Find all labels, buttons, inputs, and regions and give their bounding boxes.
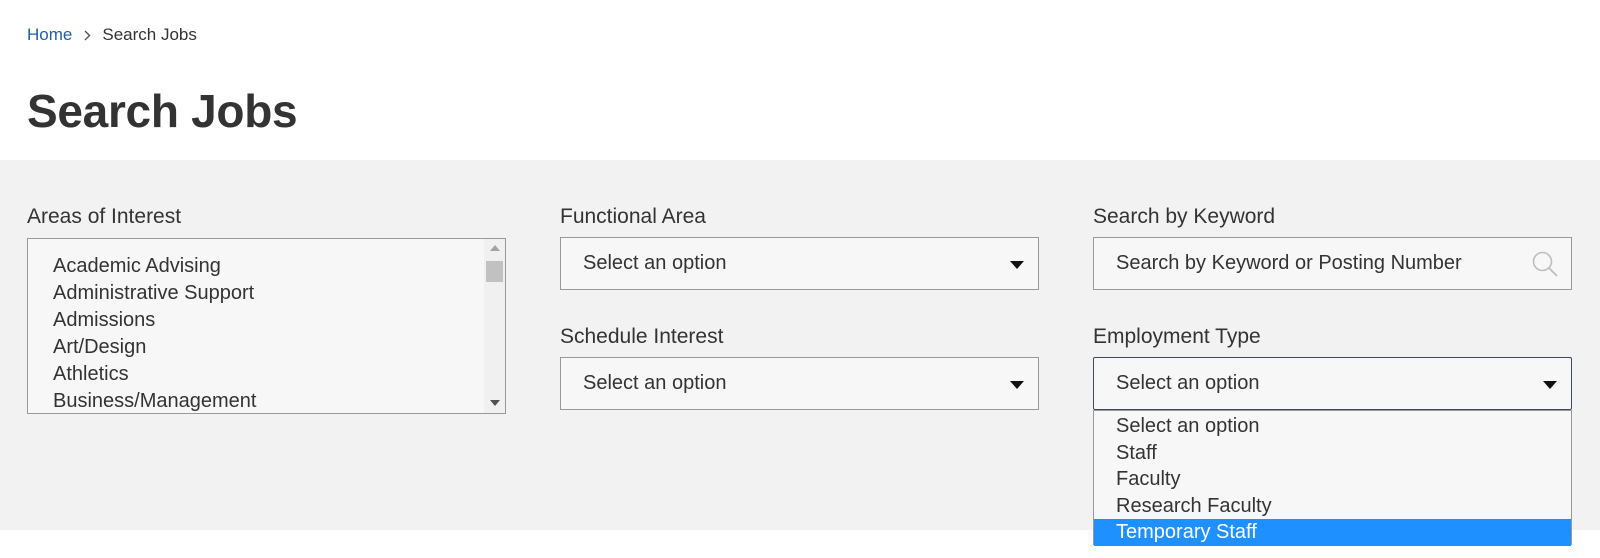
search-by-keyword-label: Search by Keyword xyxy=(1093,205,1276,228)
functional-area-label: Functional Area xyxy=(560,205,706,228)
employment-type-select[interactable]: Select an option xyxy=(1093,357,1572,410)
schedule-interest-label: Schedule Interest xyxy=(560,325,724,348)
functional-area-select[interactable]: Select an option xyxy=(560,237,1039,290)
areas-of-interest-label: Areas of Interest xyxy=(27,205,182,228)
areas-option[interactable]: Administrative Support xyxy=(53,280,505,307)
schedule-interest-value: Select an option xyxy=(583,372,727,394)
employment-type-dropdown: Select an option Staff Faculty Research Fac… xyxy=(1093,410,1572,546)
chevron-right-icon xyxy=(84,30,91,41)
employment-type-option[interactable]: Select an option xyxy=(1094,413,1571,440)
areas-option[interactable]: Athletics xyxy=(53,361,505,388)
keyword-search-box[interactable] xyxy=(1093,237,1572,290)
areas-of-interest-options: Academic Advising Administrative Support A… xyxy=(28,239,505,413)
employment-type-option[interactable]: Faculty xyxy=(1094,466,1571,493)
caret-down-icon xyxy=(1010,261,1024,269)
caret-down-icon xyxy=(1010,381,1024,389)
employment-type-option[interactable]: Research Faculty xyxy=(1094,493,1571,520)
areas-option[interactable]: Academic Advising xyxy=(53,253,505,280)
employment-type-label: Employment Type xyxy=(1093,325,1261,348)
employment-type-option[interactable]: Staff xyxy=(1094,440,1571,467)
areas-option[interactable]: Art/Design xyxy=(53,334,505,361)
keyword-search-input[interactable] xyxy=(1094,238,1514,289)
areas-of-interest-listbox[interactable]: Academic Advising Administrative Support A… xyxy=(27,238,506,414)
areas-option[interactable]: Business/Management xyxy=(53,388,505,413)
functional-area-value: Select an option xyxy=(583,252,727,274)
listbox-scrollbar[interactable] xyxy=(484,239,505,413)
breadcrumb: Home Search Jobs xyxy=(27,24,197,46)
areas-option[interactable]: Admissions xyxy=(53,307,505,334)
scrollbar-thumb[interactable] xyxy=(486,261,503,282)
breadcrumb-current: Search Jobs xyxy=(102,25,197,44)
breadcrumb-home-link[interactable]: Home xyxy=(27,25,72,45)
employment-type-value: Select an option xyxy=(1116,372,1260,394)
scroll-up-arrow-icon[interactable] xyxy=(490,245,500,251)
page-title: Search Jobs xyxy=(27,85,298,137)
search-icon[interactable] xyxy=(1531,250,1559,283)
schedule-interest-select[interactable]: Select an option xyxy=(560,357,1039,410)
scroll-down-arrow-icon[interactable] xyxy=(490,400,500,406)
employment-type-option[interactable]: Temporary Staff xyxy=(1094,519,1571,546)
caret-down-icon xyxy=(1543,381,1557,389)
